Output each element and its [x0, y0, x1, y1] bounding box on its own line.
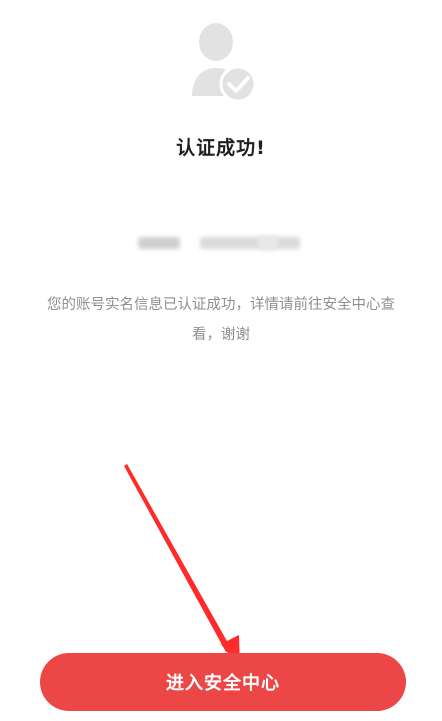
masked-id-number [200, 237, 300, 249]
status-description: 您的账号实名信息已认证成功，详情请前往安全中心查看，谢谢 [47, 297, 395, 343]
verified-user-icon [186, 18, 260, 106]
masked-account-info [130, 222, 312, 264]
page-title: 认证成功! [176, 137, 266, 159]
enter-security-center-button[interactable]: 进入安全中心 [40, 653, 406, 711]
masked-id-fragment [258, 236, 278, 250]
red-arrow-icon [124, 464, 240, 669]
verification-success-screen: 认证成功! 您的账号实名信息已认证成功，详情请前往安全中心查看，谢谢 进入安全中… [0, 0, 442, 721]
masked-name [138, 237, 180, 249]
